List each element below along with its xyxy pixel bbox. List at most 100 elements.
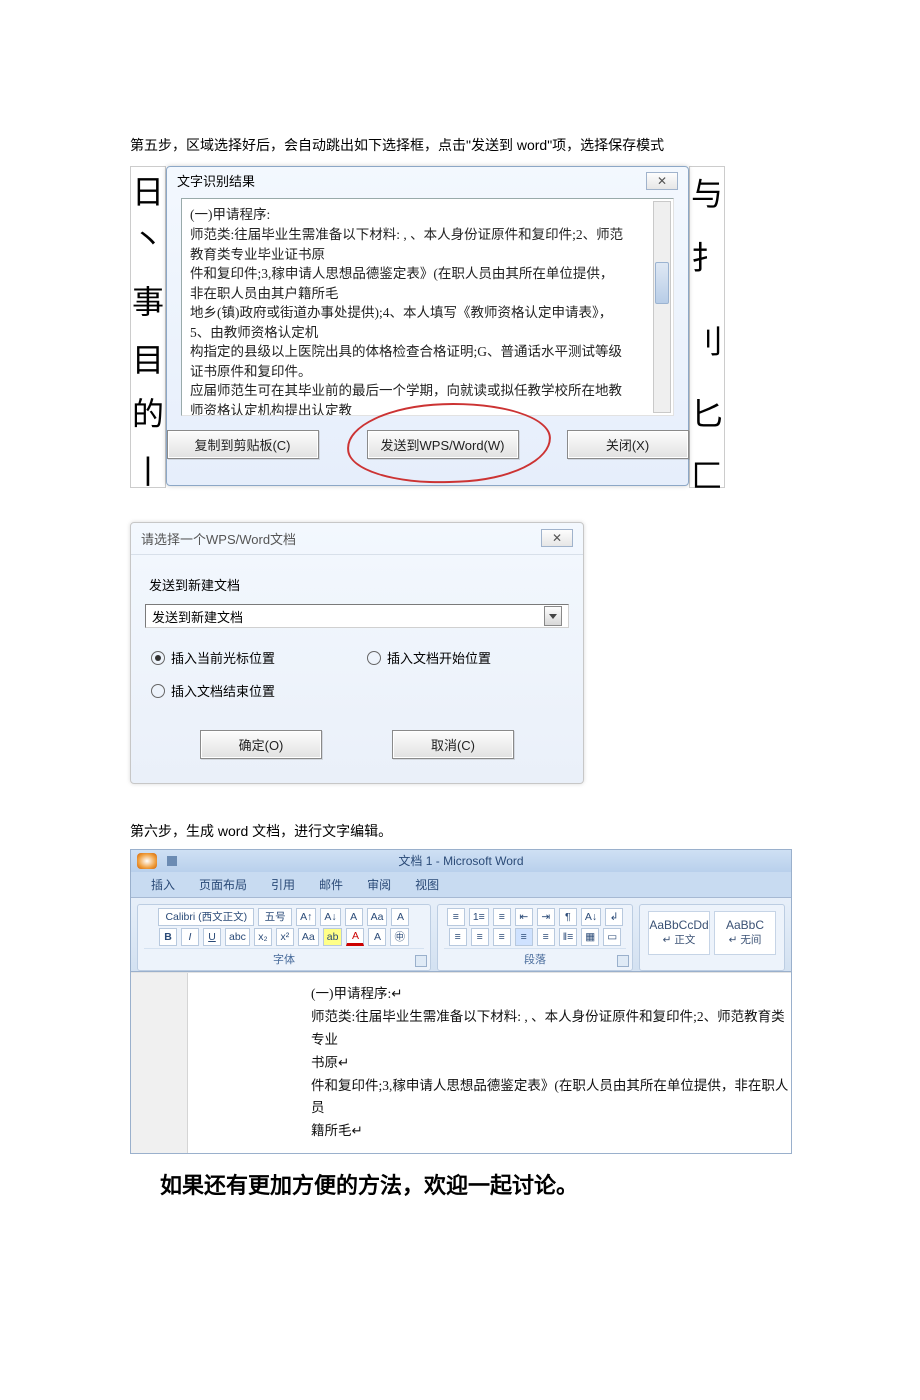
- ribbon-tab[interactable]: 视图: [415, 876, 439, 893]
- send-to-word-button[interactable]: 发送到WPS/Word(W): [367, 430, 519, 459]
- cancel-button[interactable]: 取消(C): [392, 730, 514, 759]
- send-to-new-doc-label: 发送到新建文档: [149, 575, 569, 594]
- align-center-icon[interactable]: ≡: [471, 928, 489, 946]
- clear-fmt-icon[interactable]: A: [345, 908, 363, 926]
- bg-glyph: 匚: [691, 451, 723, 497]
- ocr-line: 应届师范生可在其毕业前的最后一个学期，向就读或拟任教学校所在地教: [190, 381, 665, 401]
- ribbon-tab[interactable]: 页面布局: [199, 876, 247, 893]
- word-window: 文档 1 - Microsoft Word 插入 页面布局 引用 邮件 审阅 视…: [130, 849, 792, 1155]
- bg-glyph: 匕: [691, 389, 723, 435]
- ocr-figure: 日 丶 事 目 的 丨 与 扌 刂 匕 匚 文字识别结果 ✕ (一)甲请程序: …: [130, 166, 725, 486]
- ocr-result-dialog: 文字识别结果 ✕ (一)甲请程序: 师范类:往届毕业生需准备以下材料: , 、本…: [166, 166, 689, 486]
- word-titlebar: 文档 1 - Microsoft Word: [131, 850, 791, 872]
- ribbon-group-paragraph: ≡ 1≡ ≡ ⇤ ⇥ ¶ A↓ ↲ ≡ ≡ ≡ ≡ ≡ ‖≡ ▦: [437, 904, 633, 971]
- italic-icon[interactable]: I: [181, 928, 199, 946]
- qat-icon[interactable]: [167, 856, 177, 866]
- radio-insert-start[interactable]: 插入文档开始位置: [367, 648, 563, 667]
- highlight-icon[interactable]: ab: [323, 928, 343, 946]
- ocr-line: (一)甲请程序:: [190, 205, 665, 225]
- multilevel-icon[interactable]: ≡: [493, 908, 511, 926]
- align-left-icon[interactable]: ≡: [449, 928, 467, 946]
- para-marks-icon[interactable]: ↲: [605, 908, 623, 926]
- style-normal[interactable]: AaBbCcDd ↵ 正文: [648, 911, 710, 955]
- inc-indent-icon[interactable]: ⇥: [537, 908, 555, 926]
- chevron-down-icon[interactable]: [544, 606, 562, 626]
- radio-dot-icon: [151, 684, 165, 698]
- ribbon-tab[interactable]: 邮件: [319, 876, 343, 893]
- choose-doc-title: 请选择一个WPS/Word文档: [141, 529, 296, 548]
- bg-glyph: 刂: [691, 317, 723, 363]
- ribbon-group-label: 字体: [144, 948, 424, 968]
- step6-instruction: 第六步，生成 word 文档，进行文字编辑。: [130, 820, 790, 842]
- scrollbar[interactable]: [653, 201, 671, 413]
- dialog-launcher-icon[interactable]: [617, 955, 629, 967]
- target-doc-combobox[interactable]: 发送到新建文档: [145, 604, 569, 628]
- dec-indent-icon[interactable]: ⇤: [515, 908, 533, 926]
- ribbon-tab[interactable]: 插入: [151, 876, 175, 893]
- ocr-line: 构指定的县级以上医院出具的体格检查合格证明;G、普通话水平测试等级: [190, 342, 665, 362]
- ribbon-tab[interactable]: 审阅: [367, 876, 391, 893]
- bullets-icon[interactable]: ≡: [447, 908, 465, 926]
- close-button-bottom[interactable]: 关闭(X): [567, 430, 689, 459]
- distribute-icon[interactable]: ≡: [537, 928, 555, 946]
- style-name: ↵ 无间: [715, 932, 775, 947]
- ocr-textbox[interactable]: (一)甲请程序: 师范类:往届毕业生需准备以下材料: , 、本人身份证原件和复印…: [181, 198, 674, 416]
- style-sample: AaBbCcDd: [649, 918, 709, 932]
- font-color-icon[interactable]: A: [346, 928, 364, 946]
- ocr-line: 证书原件和复印件。: [190, 362, 665, 382]
- dialog-launcher-icon[interactable]: [415, 955, 427, 967]
- bg-glyph: 丨: [132, 447, 164, 493]
- radio-insert-end[interactable]: 插入文档结束位置: [151, 681, 347, 700]
- font-name-combo[interactable]: Calibri (西文正文): [158, 908, 254, 926]
- ribbon-group-label: 段落: [444, 948, 626, 968]
- radio-insert-cursor[interactable]: 插入当前光标位置: [151, 648, 347, 667]
- enclose-char-icon[interactable]: ㊥: [390, 928, 409, 946]
- strike-icon[interactable]: abc: [225, 928, 250, 946]
- ok-button[interactable]: 确定(O): [200, 730, 322, 759]
- char-shading-icon[interactable]: A: [368, 928, 386, 946]
- sort-icon[interactable]: A↓: [581, 908, 601, 926]
- superscript-icon[interactable]: x²: [276, 928, 294, 946]
- change-case-icon[interactable]: Aa: [367, 908, 388, 926]
- ocr-line: 非在职人员由其户籍所毛: [190, 284, 665, 304]
- justify-icon[interactable]: ≡: [515, 928, 533, 946]
- grow-font-icon[interactable]: A↑: [296, 908, 316, 926]
- line-spacing-icon[interactable]: ‖≡: [559, 928, 577, 946]
- bg-glyph: 的: [132, 389, 164, 435]
- radio-dot-icon: [367, 651, 381, 665]
- radio-label: 插入文档结束位置: [171, 681, 275, 700]
- close-button[interactable]: ✕: [646, 172, 678, 190]
- style-sample: AaBbC: [715, 918, 775, 932]
- char-border-icon[interactable]: A: [391, 908, 409, 926]
- numbering-icon[interactable]: 1≡: [469, 908, 489, 926]
- underline-icon[interactable]: U: [203, 928, 221, 946]
- step5-instruction: 第五步，区域选择好后，会自动跳出如下选择框，点击"发送到 word"项，选择保存…: [130, 134, 790, 156]
- close-button[interactable]: ✕: [541, 529, 573, 547]
- borders-icon[interactable]: ▭: [603, 928, 621, 946]
- bold-icon[interactable]: B: [159, 928, 177, 946]
- scroll-thumb[interactable]: [655, 262, 669, 304]
- office-orb-icon[interactable]: [137, 853, 157, 869]
- word-document-area[interactable]: (一)甲请程序:↵ 师范类:往届毕业生需准备以下材料: , 、本人身份证原件和复…: [131, 972, 791, 1154]
- ocr-dialog-title: 文字识别结果: [177, 171, 255, 190]
- style-no-spacing[interactable]: AaBbC ↵ 无间: [714, 911, 776, 955]
- bg-left-strip: 日 丶 事 目 的 丨: [130, 166, 166, 488]
- ocr-line: 地乡(镇)政府或街道办事处提供);4、本人填写《教师资格认定申请表》，: [190, 303, 665, 323]
- font-size-combo[interactable]: 五号: [258, 908, 292, 926]
- showhide-icon[interactable]: ¶: [559, 908, 577, 926]
- text-effects-icon[interactable]: Aa: [298, 928, 319, 946]
- subscript-icon[interactable]: x₂: [254, 928, 272, 946]
- align-right-icon[interactable]: ≡: [493, 928, 511, 946]
- ribbon-tabs: 插入 页面布局 引用 邮件 审阅 视图: [131, 872, 791, 898]
- ocr-line: 师资格认定机构提出认定教: [190, 401, 665, 416]
- combobox-value: 发送到新建文档: [152, 607, 243, 626]
- doc-line: 件和复印件;3,稼申请人思想品德鉴定表》(在职人员由其所在单位提供，非在职人员: [311, 1075, 791, 1121]
- copy-clipboard-button[interactable]: 复制到剪贴板(C): [167, 430, 319, 459]
- ribbon-tab[interactable]: 引用: [271, 876, 295, 893]
- doc-line: 师范类:往届毕业生需准备以下材料: , 、本人身份证原件和复印件;2、师范教育类…: [311, 1006, 791, 1052]
- shading-icon[interactable]: ▦: [581, 928, 599, 946]
- doc-line: 籍所毛↵: [311, 1120, 791, 1143]
- radio-label: 插入文档开始位置: [387, 648, 491, 667]
- shrink-font-icon[interactable]: A↓: [320, 908, 340, 926]
- ribbon-group-font: Calibri (西文正文) 五号 A↑ A↓ A Aa A B I U abc…: [137, 904, 431, 971]
